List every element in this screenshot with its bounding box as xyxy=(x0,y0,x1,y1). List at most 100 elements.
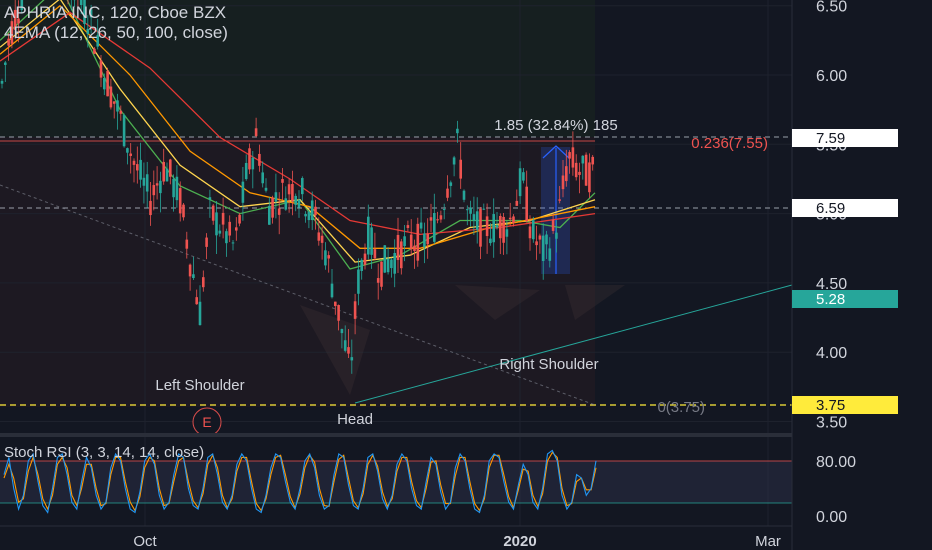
candle-body xyxy=(518,168,522,197)
price-tag-resistance-text: 6.59 xyxy=(816,200,845,217)
candle-body xyxy=(218,230,222,234)
candle-body xyxy=(314,206,317,216)
candle-body xyxy=(139,159,142,180)
y-tick-label: 4.00 xyxy=(816,345,847,362)
candle-body xyxy=(400,241,403,269)
candle-body xyxy=(347,347,350,354)
candle-body xyxy=(330,283,334,298)
candle-body xyxy=(541,235,545,262)
tradingview-chart[interactable]: 1.85 (32.84%) 185 Left Shoulder Head Rig… xyxy=(0,0,932,550)
right-shoulder-label: Right Shoulder xyxy=(499,356,598,373)
candle-body xyxy=(386,259,390,273)
candle-body xyxy=(0,80,4,84)
candle-body xyxy=(304,213,307,217)
candle-body xyxy=(205,237,208,247)
candle-body xyxy=(360,259,363,271)
candle-body xyxy=(142,177,146,186)
candle-body xyxy=(211,205,215,221)
candle-body xyxy=(433,212,436,242)
candle-body xyxy=(525,186,528,222)
candle-body xyxy=(363,253,367,265)
candle-body xyxy=(578,171,581,175)
candle-body xyxy=(373,249,377,259)
candle-body xyxy=(149,200,152,216)
stoch-tick-label: 80.00 xyxy=(816,454,856,471)
candle-body xyxy=(528,226,532,239)
candle-body xyxy=(327,255,330,259)
candle-body xyxy=(551,219,555,231)
candle-body xyxy=(291,183,294,202)
earnings-marker[interactable]: E xyxy=(192,407,222,437)
candle-body xyxy=(320,235,324,243)
candle-body xyxy=(132,160,136,165)
candle-body xyxy=(274,192,278,202)
candle-body xyxy=(565,166,568,182)
candle-body xyxy=(581,155,585,164)
candle-body xyxy=(452,157,456,165)
candle-body xyxy=(340,328,344,334)
left-shoulder-label: Left Shoulder xyxy=(155,377,244,394)
candle-body xyxy=(561,175,565,190)
candle-body xyxy=(343,340,347,351)
candle-body xyxy=(235,227,238,231)
candle-body xyxy=(508,217,512,220)
candle-body xyxy=(456,128,459,134)
candle-body xyxy=(584,154,588,186)
pane-separator[interactable] xyxy=(0,433,792,437)
candle-body xyxy=(231,242,235,244)
candle-body xyxy=(317,232,321,241)
candle-body xyxy=(459,159,462,179)
candle-body xyxy=(238,214,241,224)
candle-body xyxy=(353,301,357,319)
x-tick-label: Mar xyxy=(755,533,781,550)
candle-body xyxy=(403,236,406,247)
candle-body xyxy=(376,278,380,283)
x-tick-label: Oct xyxy=(133,533,157,550)
candle-body xyxy=(591,156,594,165)
candle-body xyxy=(426,233,429,245)
candle-body xyxy=(462,190,466,200)
price-tag-support-text: 3.75 xyxy=(816,397,845,414)
candle-body xyxy=(472,214,476,222)
candle-body xyxy=(370,227,373,255)
price-tag-top: 7.59 xyxy=(792,129,898,147)
measure-label: 1.85 (32.84%) 185 xyxy=(494,117,617,134)
price-tag-support: 3.75 xyxy=(792,396,898,414)
candle-body xyxy=(136,164,139,171)
candle-body xyxy=(258,153,261,166)
candle-body xyxy=(215,212,218,236)
candle-body xyxy=(334,301,337,307)
candle-body xyxy=(522,172,525,181)
candle-body xyxy=(492,214,495,243)
candle-body xyxy=(103,78,106,90)
candle-body xyxy=(93,48,96,54)
earnings-letter: E xyxy=(202,414,211,430)
candle-body xyxy=(241,181,245,203)
candle-body xyxy=(208,197,212,200)
candle-body xyxy=(406,225,410,228)
candle-body xyxy=(574,162,578,178)
candle-body xyxy=(588,162,591,193)
candle-body xyxy=(357,269,360,294)
candle-body xyxy=(99,60,103,78)
candle-body xyxy=(393,252,396,274)
candle-body xyxy=(466,209,469,211)
candle-body xyxy=(198,301,202,326)
candle-body xyxy=(416,223,420,261)
candle-body xyxy=(162,161,165,182)
x-tick-label: 2020 xyxy=(503,533,536,550)
candle-body xyxy=(284,198,288,210)
candle-body xyxy=(264,187,268,191)
candle-body xyxy=(119,110,123,114)
candle-body xyxy=(261,172,264,184)
candle-body xyxy=(165,168,169,182)
candle-body xyxy=(178,188,182,214)
candle-body xyxy=(505,229,509,237)
candle-body xyxy=(175,176,179,201)
candle-body xyxy=(182,204,185,218)
y-tick-label: 6.00 xyxy=(816,68,847,85)
candle-body xyxy=(482,208,486,210)
price-tag-current-text: 5.28 xyxy=(816,291,845,308)
price-tag-top-text: 7.59 xyxy=(816,130,845,147)
candle-body xyxy=(499,215,502,239)
